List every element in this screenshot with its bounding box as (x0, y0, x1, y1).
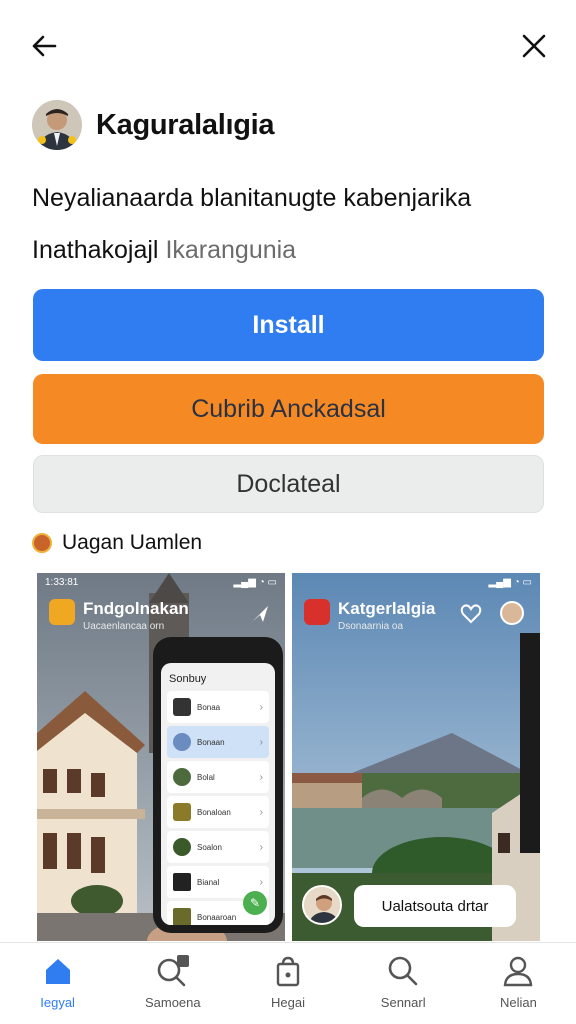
bottom-tab-bar: Iegyal Samoena Hegai Sennarl Nelian (0, 942, 576, 1024)
screenshot-title: Fndgolnakan (83, 599, 189, 618)
screenshot-subtitle: Dsonaarnia oa (338, 621, 404, 632)
close-icon (522, 34, 546, 58)
tab-label: Sennarl (380, 995, 426, 1010)
share-icon (252, 606, 268, 622)
secondary-action-button[interactable]: Cubrib Anckadsal (33, 374, 544, 444)
tab-search-edit[interactable]: Samoena (115, 943, 230, 1024)
screenshot-header: Fndgolnakan Uacaenlancaa orn (49, 599, 189, 632)
profile-name: Kaguralalıgia (96, 108, 275, 141)
app-icon (49, 599, 75, 625)
avatar[interactable] (32, 100, 82, 150)
description-line-1: Neyalianaarda blanitanugte kabenjarika (32, 184, 472, 212)
screenshot-header: Katgerlalgia Dsonaarnia oa (304, 599, 435, 632)
description-line-2-main: Inathakojajl (32, 236, 159, 264)
phone-mockup: Sonbuy Bonaa › Bonaan › Bolal › Bonaloan › S… (153, 637, 283, 933)
description-line-2-muted: Ikarangunia (165, 236, 297, 264)
preview-screenshot-1[interactable]: 1:33:81 ▂▄▆ ◔ ▭ Fndgolnakan Uacaenlancaa… (37, 573, 285, 941)
signal-icon: ▂▄▆ ◔ ▭ (233, 577, 277, 588)
tab-home[interactable]: Iegyal (0, 943, 115, 1024)
list-item: Bonaan › (167, 726, 269, 758)
screenshot-subtitle: Uacaenlancaa orn (83, 621, 165, 632)
close-button[interactable] (514, 26, 554, 66)
search-icon (385, 953, 421, 989)
list-item: Bolal › (167, 761, 269, 793)
chat-avatar (302, 885, 342, 925)
description-line-2: Inathakojajl Ikarangunia (32, 224, 552, 276)
chat-bubble: Ualatsouta drtar (354, 885, 516, 927)
list-item: Soalon › (167, 831, 269, 863)
phone-screen-title: Sonbuy (169, 673, 207, 685)
home-icon (40, 953, 76, 989)
tab-bag[interactable]: Hegai (230, 943, 345, 1024)
screenshot-title: Katgerlalgia (338, 599, 436, 618)
tab-label: Hegai (271, 995, 305, 1010)
edit-fab-icon: ✎ (243, 891, 267, 915)
section-header: Uagan Uamlen (32, 531, 202, 555)
list-item: Bonaa › (167, 691, 269, 723)
profile-header: Kaguralalıgia (32, 100, 275, 150)
app-description: Neyalianaarda blanitanugte kabenjarika I… (32, 172, 552, 276)
status-bar: ▂▄▆ ◔ ▭ (300, 577, 532, 588)
list-item: Bonaloan › (167, 796, 269, 828)
app-icon (304, 599, 330, 625)
heart-icon (460, 604, 482, 624)
tab-search[interactable]: Sennarl (346, 943, 461, 1024)
developer-icon (32, 533, 52, 553)
search-edit-icon (155, 953, 191, 989)
status-time: 1:33:81 (45, 577, 79, 588)
phone-screen: Sonbuy Bonaa › Bonaan › Bolal › Bonaloan › S… (161, 663, 275, 925)
user-avatar (500, 601, 524, 625)
section-label: Uagan Uamlen (62, 531, 203, 554)
back-button[interactable] (24, 26, 64, 66)
tertiary-action-button[interactable]: Doclateal (33, 455, 544, 513)
top-bar (0, 0, 576, 90)
bag-icon (270, 953, 306, 989)
signal-icon: ▂▄▆ ◔ ▭ (488, 577, 532, 588)
tab-label: Iegyal (40, 995, 75, 1010)
install-button[interactable]: Install (33, 289, 544, 361)
profile-icon (500, 953, 536, 989)
preview-screenshot-2[interactable]: ▂▄▆ ◔ ▭ Katgerlalgia Dsonaarnia oa Ualat… (292, 573, 540, 941)
tab-label: Samoena (144, 995, 201, 1010)
tab-label: Nelian (499, 995, 537, 1010)
status-bar: 1:33:81 ▂▄▆ ◔ ▭ (45, 577, 277, 588)
arrow-left-icon (32, 35, 57, 57)
tab-profile[interactable]: Nelian (461, 943, 576, 1024)
